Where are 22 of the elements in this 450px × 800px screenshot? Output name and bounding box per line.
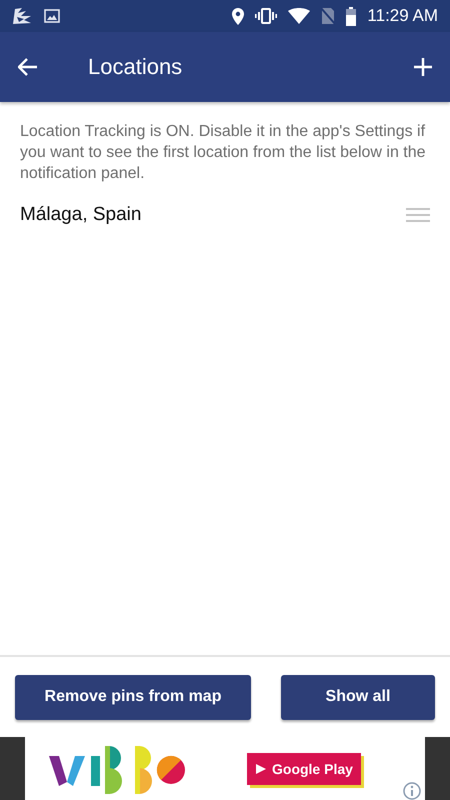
drag-handle-icon[interactable]	[406, 208, 430, 222]
play-icon	[255, 762, 267, 774]
location-row[interactable]: Málaga, Spain	[20, 204, 430, 226]
store-button[interactable]: Google Play	[247, 752, 361, 784]
plus-icon	[414, 58, 432, 76]
vibrate-icon	[255, 8, 278, 24]
screen-title: Locations	[88, 54, 184, 80]
ad-banner[interactable]: Google Play	[25, 737, 425, 800]
info-icon[interactable]	[403, 782, 421, 800]
action-button[interactable]: Remove pins from map	[15, 674, 251, 720]
tracking-notice: Location Tracking is ON. Disable it in the app's Settings if you want to see the first location from the list below in the notification panel.	[20, 122, 427, 184]
back-arrow-icon	[18, 58, 38, 76]
location-icon	[232, 8, 244, 24]
location-name: Málaga, Spain	[20, 204, 142, 226]
clock-time: 11:29 AM	[367, 6, 438, 26]
app-notification-icon	[12, 7, 32, 25]
wifi-icon	[288, 8, 310, 24]
battery-icon	[346, 6, 356, 26]
image-icon	[44, 9, 60, 23]
store-label: Google Play	[272, 760, 353, 776]
no-sim-icon	[321, 7, 336, 25]
action-button[interactable]: Show all	[281, 674, 435, 720]
